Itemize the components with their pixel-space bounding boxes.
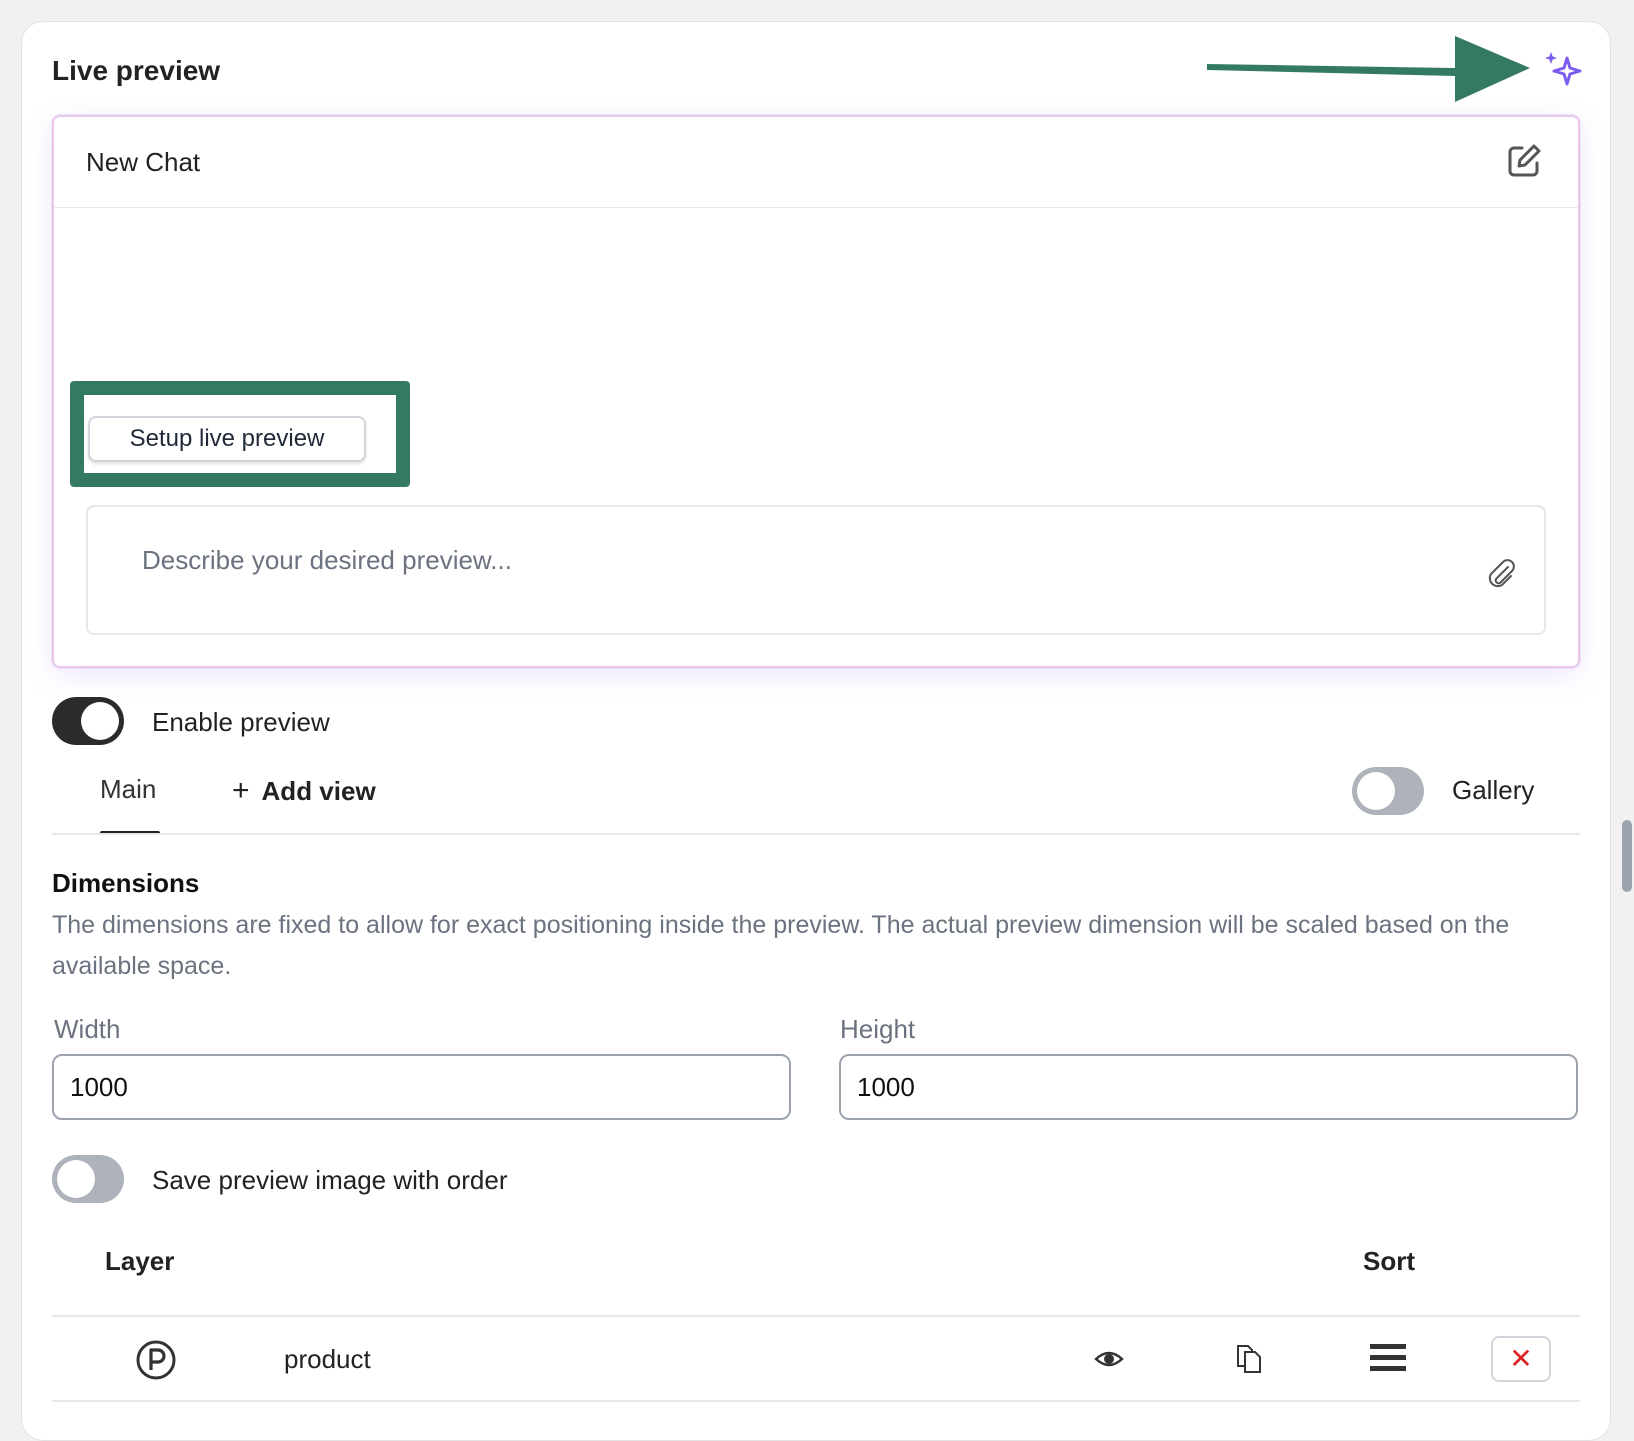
- dimensions-title: Dimensions: [52, 868, 200, 898]
- height-label: Height: [840, 1014, 916, 1044]
- scrollbar[interactable]: [1622, 820, 1632, 892]
- plus-icon: +: [232, 774, 250, 807]
- prompt-input[interactable]: Describe your desired preview...: [86, 505, 1546, 635]
- toggle-knob: [57, 1160, 95, 1198]
- drag-handle-icon[interactable]: [1369, 1342, 1407, 1374]
- product-icon: [136, 1340, 176, 1380]
- chat-title: New Chat: [86, 147, 201, 177]
- chat-panel: New Chat Setup live preview Describe you…: [52, 115, 1580, 668]
- edit-icon[interactable]: [1506, 143, 1542, 179]
- add-view-label: Add view: [261, 776, 376, 806]
- annotation-arrow: [1207, 36, 1530, 102]
- toggle-knob: [1357, 772, 1395, 810]
- enable-preview-toggle[interactable]: [52, 697, 124, 745]
- delete-layer-button[interactable]: ✕: [1491, 1336, 1551, 1382]
- setup-live-preview-button[interactable]: Setup live preview: [88, 416, 366, 462]
- chat-header: New Chat: [54, 117, 1578, 208]
- column-header-sort: Sort: [1363, 1246, 1415, 1276]
- sparkle-icon[interactable]: [1543, 50, 1583, 90]
- save-preview-image-toggle[interactable]: [52, 1155, 124, 1203]
- enable-preview-label: Enable preview: [152, 707, 330, 737]
- dimensions-description: The dimensions are fixed to allow for ex…: [52, 911, 1510, 980]
- width-input[interactable]: 1000: [52, 1054, 791, 1120]
- section-title: Live preview: [52, 55, 221, 86]
- tab-main[interactable]: Main: [100, 774, 156, 805]
- width-label: Width: [54, 1014, 121, 1044]
- gallery-label: Gallery: [1452, 775, 1535, 805]
- table-divider: [52, 1315, 1580, 1317]
- gallery-toggle[interactable]: [1352, 767, 1424, 815]
- toggle-knob: [81, 702, 119, 740]
- paperclip-icon[interactable]: [1486, 559, 1516, 589]
- column-header-layer: Layer: [105, 1246, 175, 1276]
- save-preview-image-label: Save preview image with order: [152, 1165, 508, 1195]
- layer-name: product: [284, 1344, 371, 1374]
- table-divider: [52, 1400, 1580, 1402]
- tabs-divider: [52, 833, 1580, 835]
- height-input[interactable]: 1000: [839, 1054, 1578, 1120]
- copy-icon[interactable]: [1234, 1344, 1264, 1374]
- eye-icon[interactable]: [1094, 1346, 1124, 1372]
- prompt-placeholder: Describe your desired preview...: [142, 545, 512, 575]
- add-view-button[interactable]: + Add view: [232, 774, 376, 808]
- close-icon: ✕: [1509, 1343, 1533, 1374]
